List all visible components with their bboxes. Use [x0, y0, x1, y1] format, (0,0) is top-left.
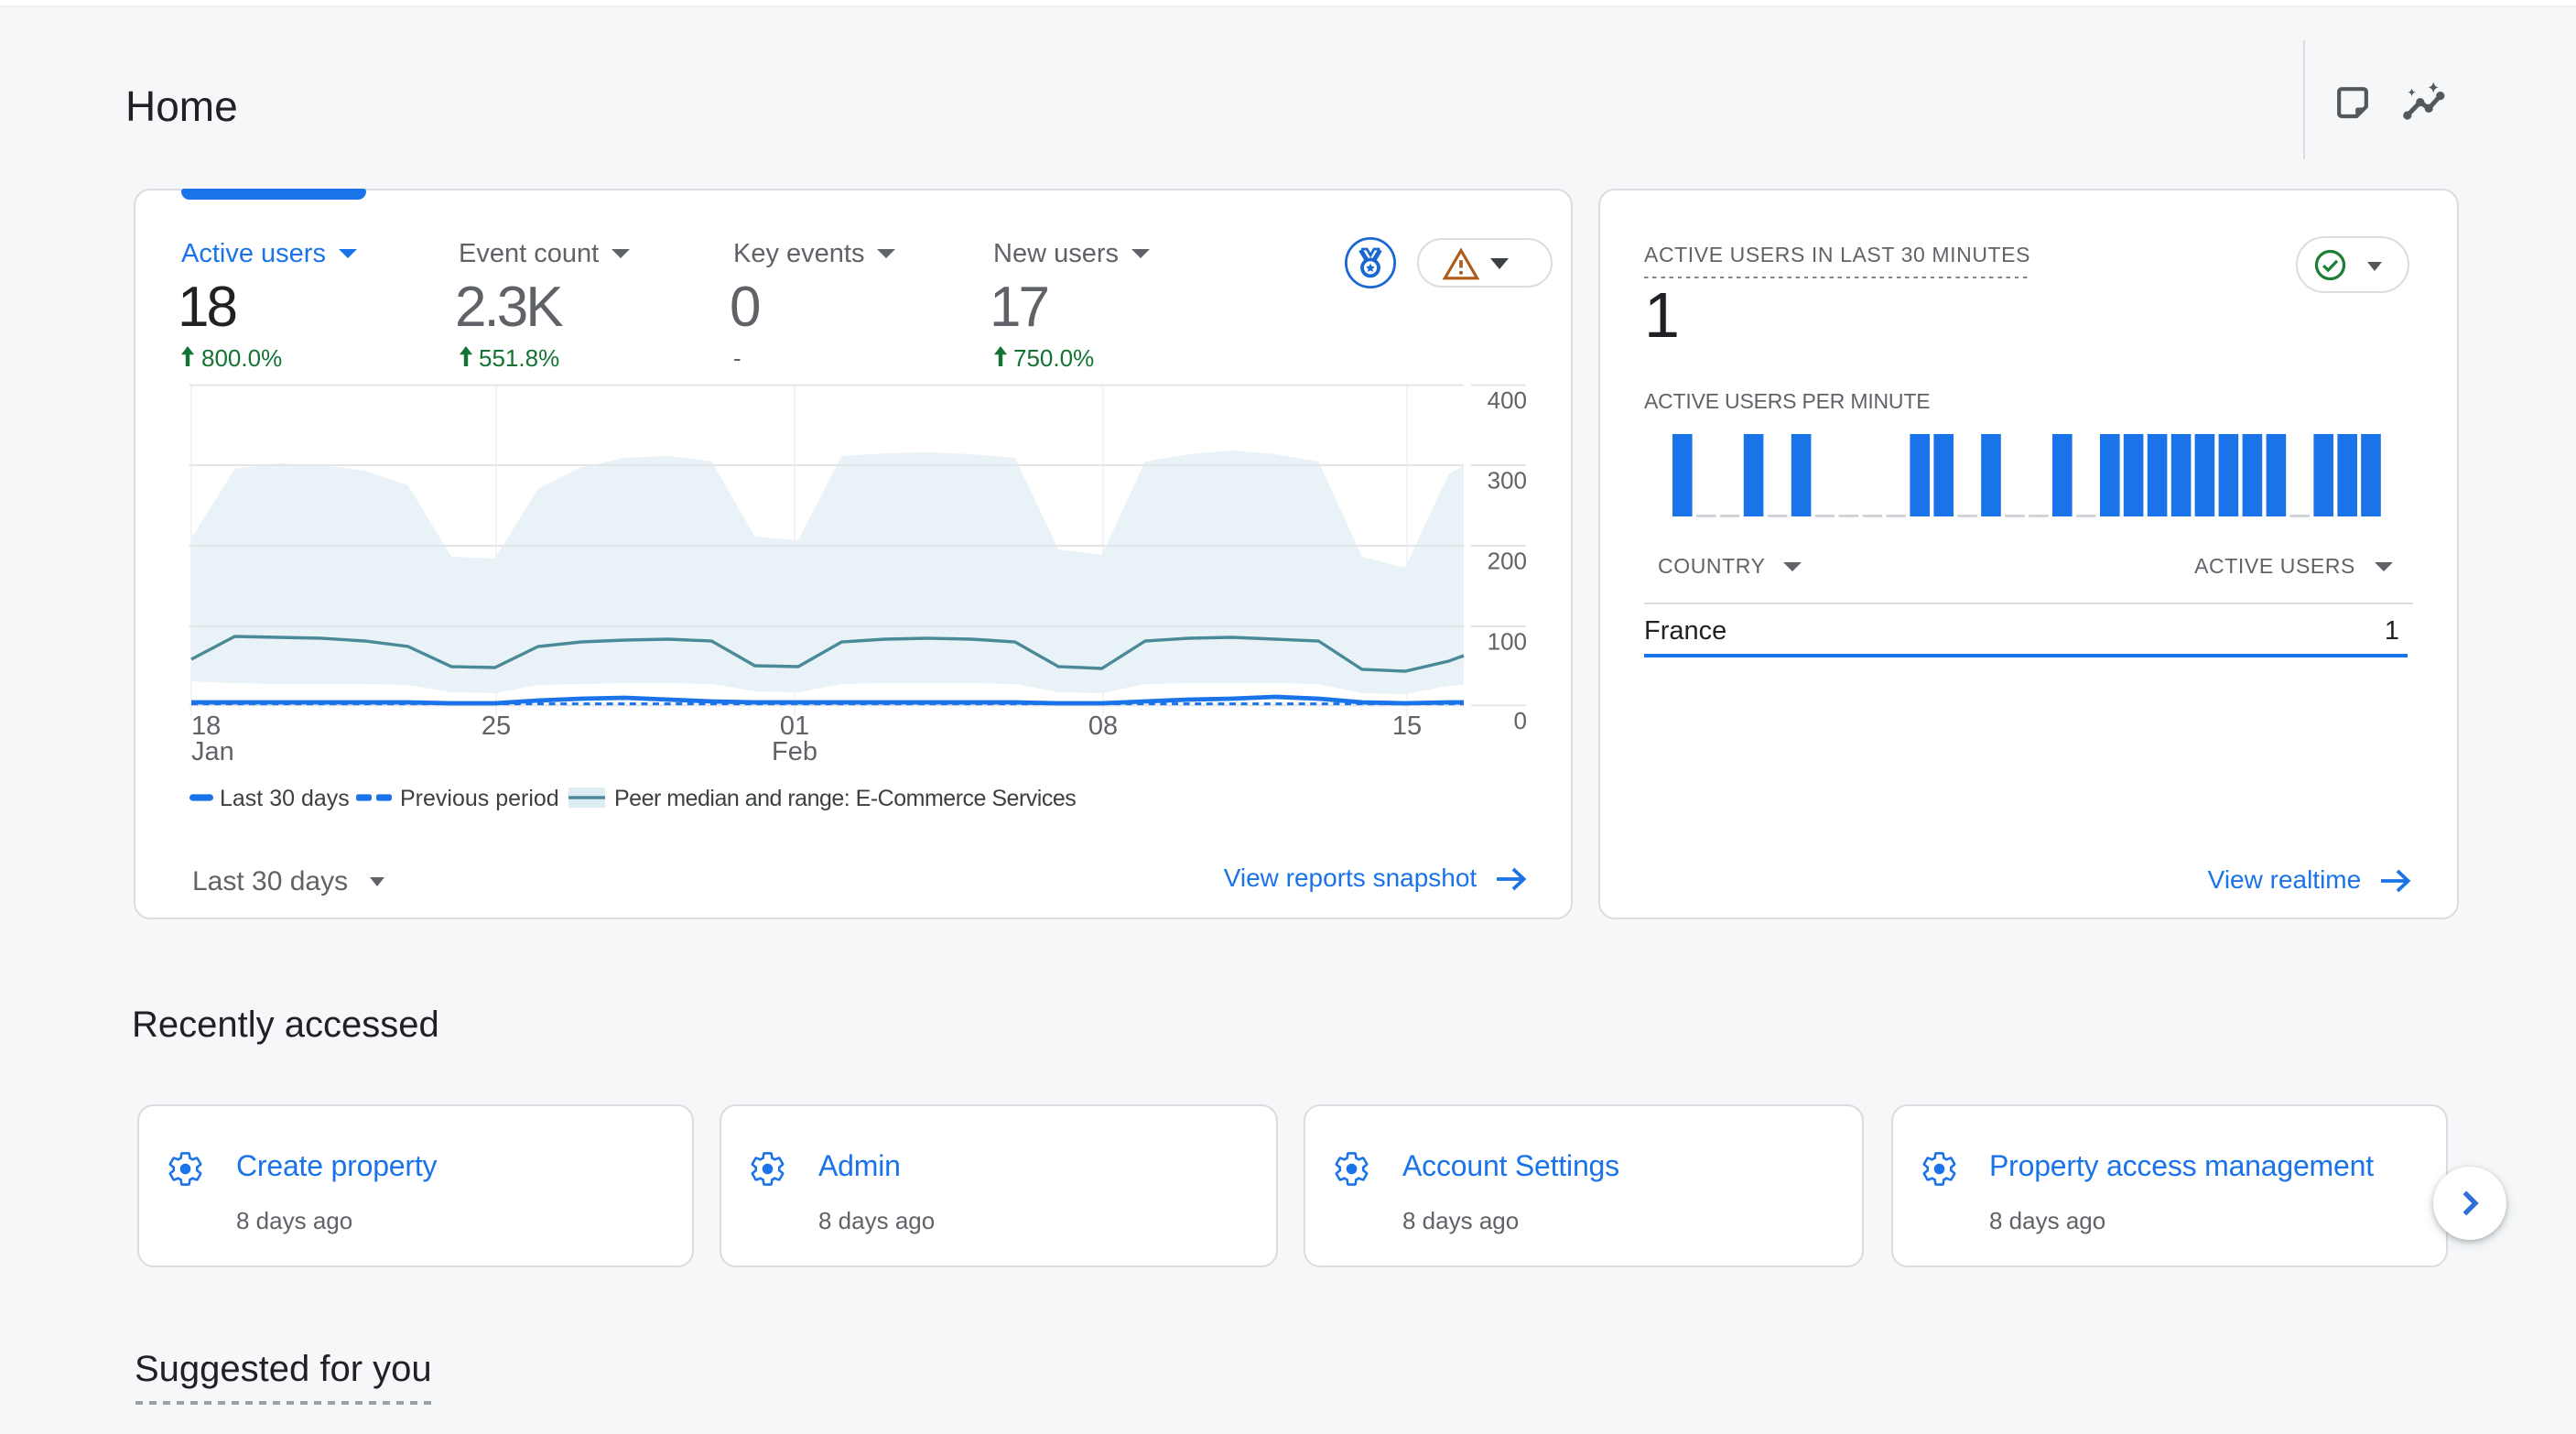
svg-text:Peer median and range: E-Comme: Peer median and range: E-Commerce Servic…	[613, 786, 1075, 811]
svg-text:400: 400	[1487, 386, 1526, 414]
svg-text:Feb: Feb	[771, 737, 817, 766]
svg-text:15: 15	[1391, 712, 1421, 741]
svg-text:0: 0	[1513, 707, 1526, 734]
svg-text:300: 300	[1487, 466, 1526, 494]
svg-text:Jan: Jan	[190, 737, 233, 766]
svg-text:Last 30 days: Last 30 days	[219, 786, 349, 811]
svg-text:100: 100	[1487, 627, 1526, 655]
svg-text:08: 08	[1088, 712, 1117, 741]
svg-text:200: 200	[1487, 547, 1526, 574]
svg-text:Previous period: Previous period	[399, 786, 558, 811]
svg-text:25: 25	[481, 712, 510, 741]
